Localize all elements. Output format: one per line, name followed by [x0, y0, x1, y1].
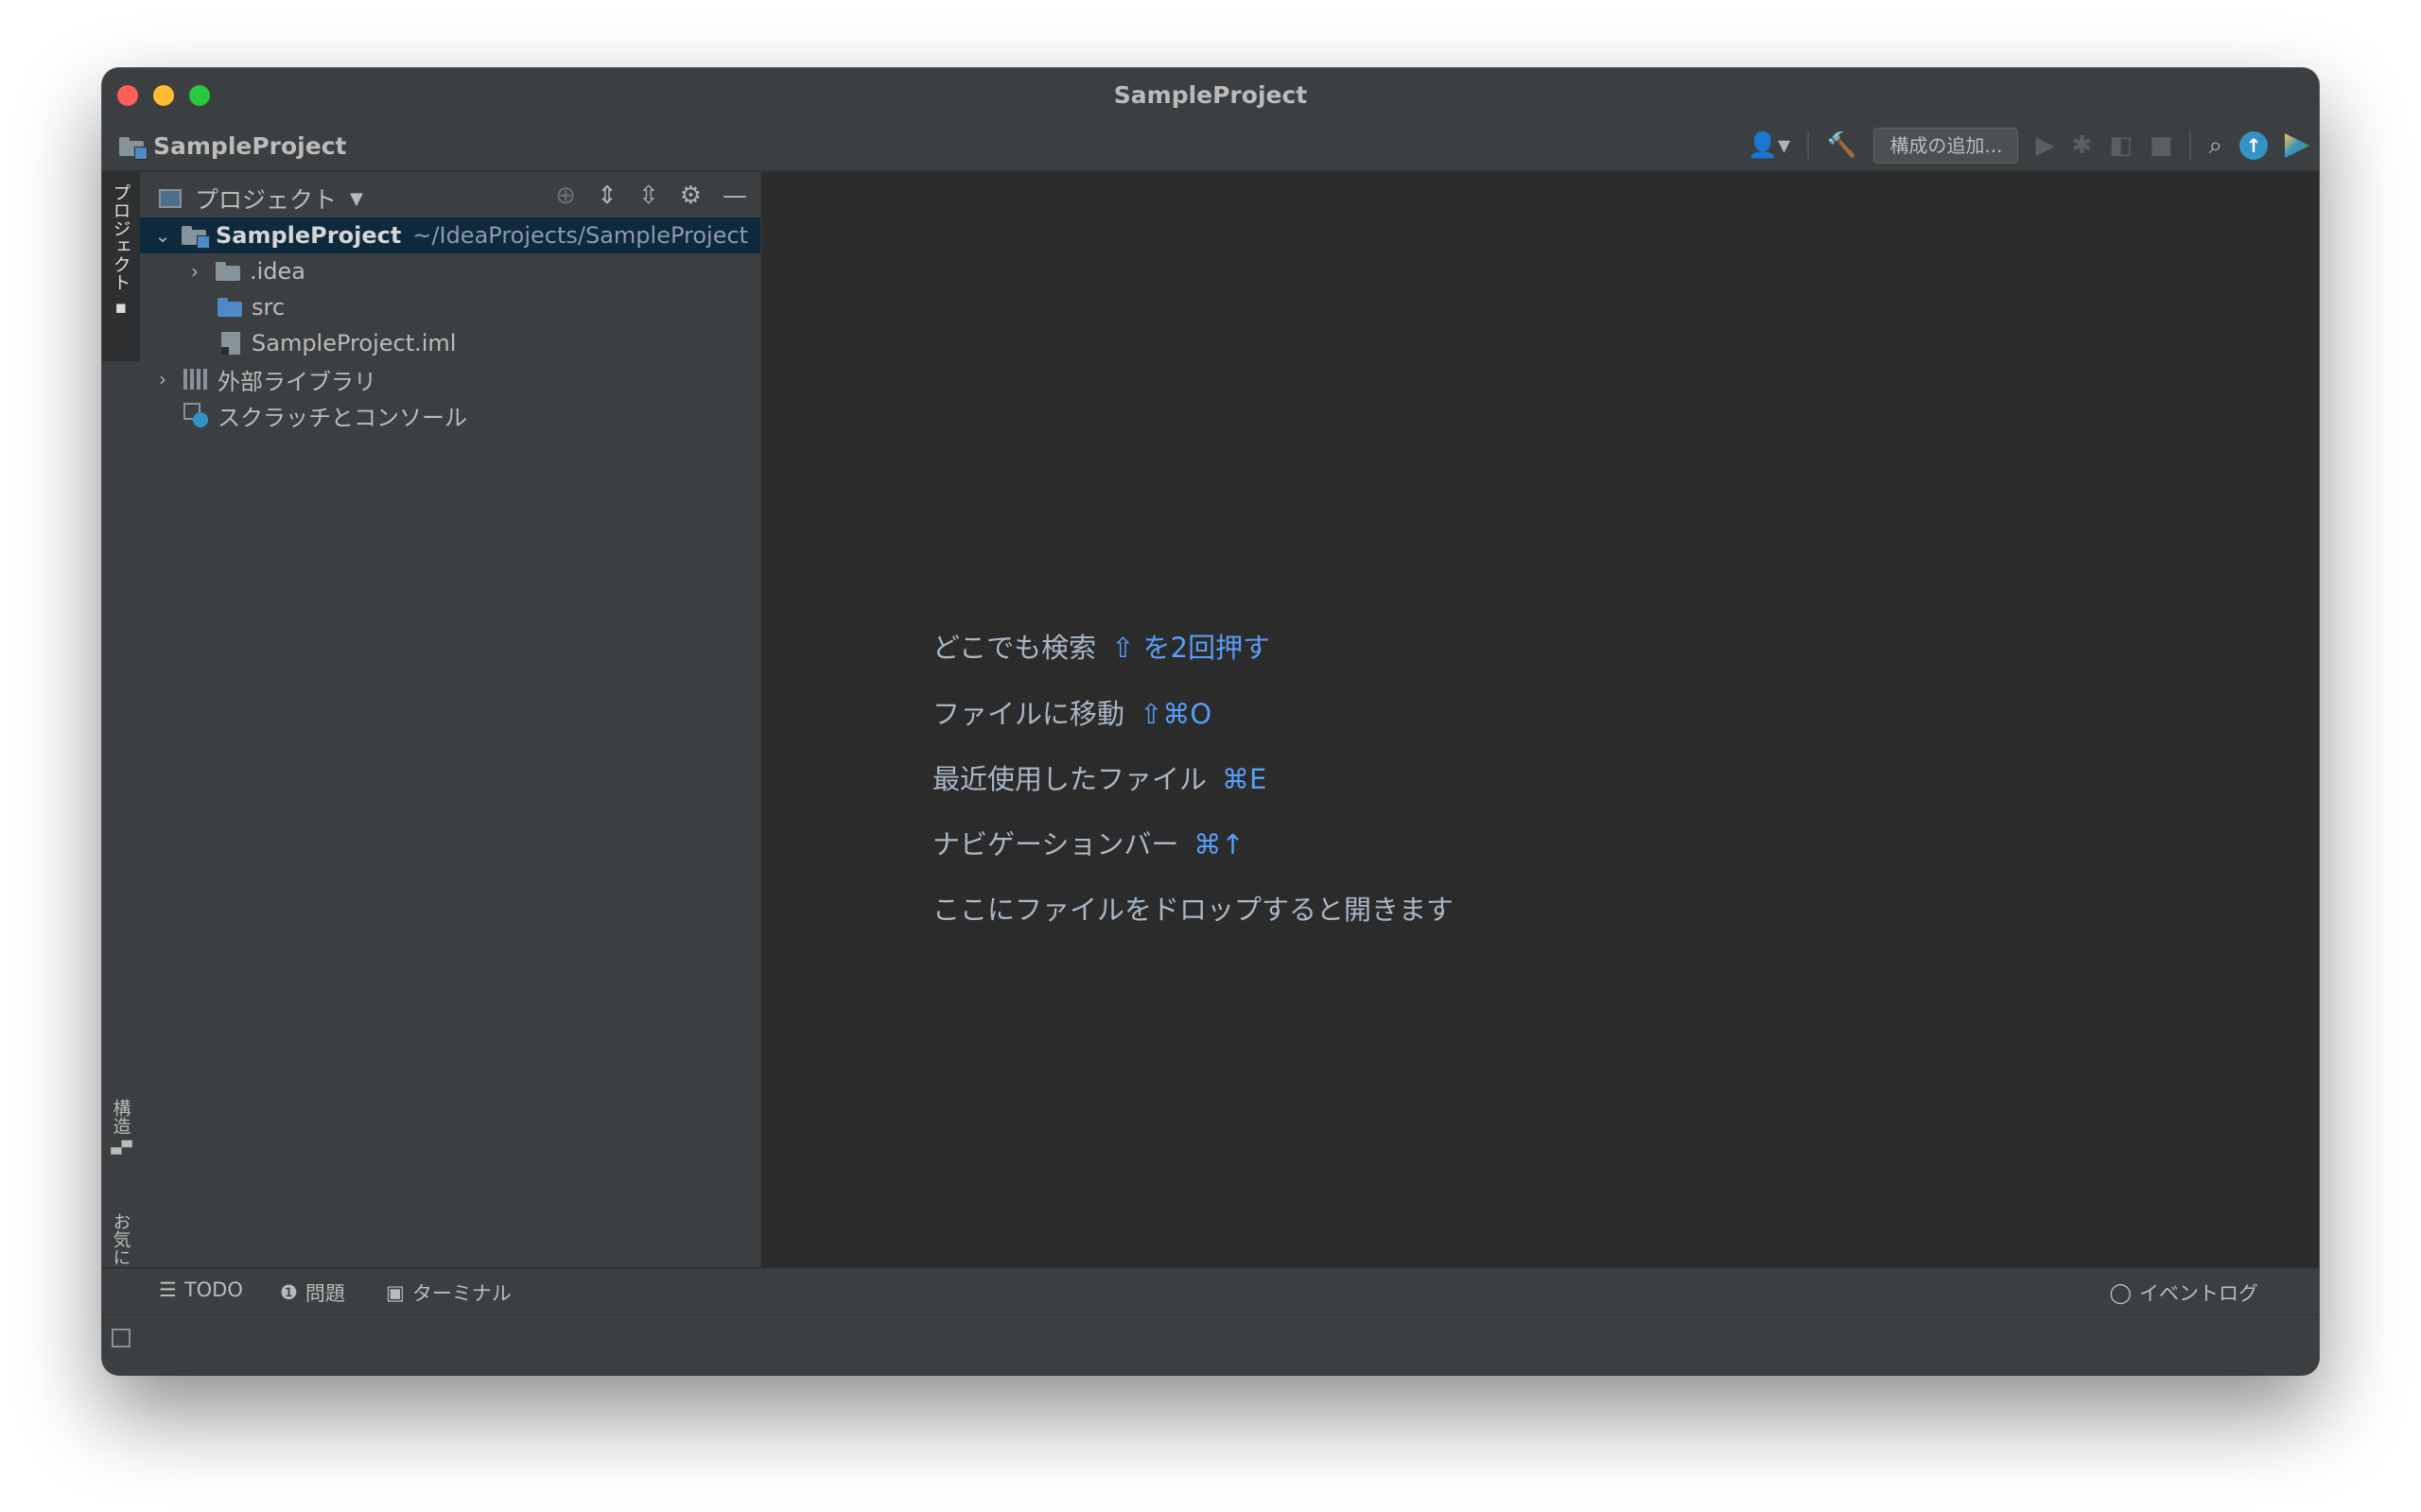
nav-project-label: SampleProject — [153, 132, 347, 160]
tree-label: スクラッチとコンソール — [218, 404, 467, 431]
tree-label: 外部ライブラリ — [218, 368, 376, 395]
list-icon: ☰ — [159, 1278, 177, 1301]
tree-row-idea[interactable]: › .idea — [140, 253, 760, 289]
expand-all-icon[interactable]: ⇕ — [597, 182, 618, 210]
chevron-down-icon: ▼ — [350, 188, 363, 209]
hint-navigation-bar: ナビゲーションバー ⌘↑ — [932, 823, 1245, 862]
navigation-bar: SampleProject 👤▾ 🔨 構成の追加... ▶ ✱ ◧ ■ ⌕ ↑ — [102, 121, 2319, 172]
bottom-tool-bar: ☰ TODO ❶ 問題 ▣ ターミナル ◯ イベントログ — [102, 1267, 2319, 1314]
tree-path: ~/IdeaProjects/SampleProject — [412, 222, 749, 249]
todo-tool-button[interactable]: ☰ TODO — [159, 1278, 243, 1301]
speech-bubble-icon: ◯ — [2109, 1281, 2132, 1304]
tree-label: src — [252, 294, 286, 321]
terminal-label: ターミナル — [411, 1282, 512, 1305]
project-view-icon — [159, 189, 182, 208]
collapse-all-icon[interactable]: ⇳ — [638, 182, 659, 210]
project-view-selector[interactable]: プロジェクト ▼ — [159, 182, 363, 216]
folder-icon: ▪ — [111, 297, 131, 318]
tree-row-scratches[interactable]: スクラッチとコンソール — [140, 397, 760, 433]
tree-row-external-libraries[interactable]: › 外部ライブラリ — [140, 361, 760, 397]
user-account-icon[interactable]: 👤▾ — [1748, 129, 1790, 163]
project-panel: プロジェクト ▼ ⊕ ⇕ ⇳ ⚙ — ⌄ SampleProject ~/Ide… — [140, 172, 762, 1367]
problems-tool-button[interactable]: ❶ 問題 — [280, 1278, 345, 1307]
tree-label: .idea — [250, 258, 306, 285]
project-folder-icon — [119, 136, 148, 160]
run-icon[interactable]: ▶ — [2035, 129, 2054, 163]
toolbar-separator — [1807, 131, 1810, 160]
problems-label: 問題 — [305, 1282, 345, 1305]
source-folder-icon — [218, 298, 242, 317]
terminal-tool-button[interactable]: ▣ ターミナル — [386, 1278, 512, 1307]
hint-shortcut: ⇧ を2回押す — [1111, 632, 1271, 664]
hint-text: 最近使用したファイル — [932, 763, 1208, 795]
hint-search-everywhere: どこでも検索 ⇧ を2回押す — [932, 626, 1270, 666]
chevron-right-icon[interactable]: › — [185, 260, 204, 283]
build-hammer-icon[interactable]: 🔨 — [1826, 129, 1856, 163]
editor-empty-area[interactable]: どこでも検索 ⇧ を2回押す ファイルに移動 ⇧⌘O 最近使用したファイル ⌘E ナビ… — [762, 172, 2319, 1367]
hint-text: ここにファイルをドロップすると開きます — [932, 894, 1454, 926]
gear-icon[interactable]: ⚙ — [680, 182, 702, 210]
ide-window: SampleProject SampleProject 👤▾ 🔨 構成の追加..… — [102, 68, 2319, 1375]
project-tool-tab-label: プロジェクト — [110, 183, 131, 291]
tree-label: SampleProject — [216, 222, 402, 249]
library-icon — [183, 369, 208, 390]
module-file-icon — [221, 332, 240, 355]
nav-project-breadcrumb[interactable]: SampleProject — [119, 132, 346, 160]
hint-recent-files: 最近使用したファイル ⌘E — [932, 757, 1266, 797]
tree-row-iml[interactable]: SampleProject.iml — [140, 325, 760, 361]
coverage-icon[interactable]: ◧ — [2109, 129, 2133, 163]
event-log-tool-button[interactable]: ◯ イベントログ — [2109, 1278, 2258, 1307]
chevron-right-icon[interactable]: › — [153, 368, 172, 391]
hint-text: ファイルに移動 — [932, 698, 1125, 730]
chevron-down-icon[interactable]: ⌄ — [153, 224, 172, 247]
todo-label: TODO — [183, 1278, 243, 1301]
structure-tool-tab[interactable]: 構造 ▚ — [102, 1099, 140, 1203]
debug-icon[interactable]: ✱ — [2071, 129, 2092, 163]
event-log-label: イベントログ — [2139, 1282, 2258, 1305]
project-tool-tab[interactable]: プロジェクト ▪ — [102, 172, 140, 361]
search-icon[interactable]: ⌕ — [2208, 129, 2222, 163]
hint-text: どこでも検索 — [932, 632, 1097, 664]
toolbar-separator — [2189, 131, 2192, 160]
warning-circle-icon: ❶ — [280, 1281, 298, 1304]
toggle-tool-windows-icon[interactable] — [112, 1329, 131, 1347]
stop-icon[interactable]: ■ — [2150, 129, 2173, 163]
tree-label: SampleProject.iml — [252, 330, 457, 356]
left-tool-strip: プロジェクト ▪ 構造 ▚ お気に入り ★ — [102, 172, 141, 1367]
locate-file-icon[interactable]: ⊕ — [555, 182, 576, 210]
plugin-logo-icon[interactable] — [2285, 133, 2309, 158]
structure-icon: ▚ — [111, 1140, 131, 1155]
hide-panel-icon[interactable]: — — [723, 182, 747, 210]
update-icon[interactable]: ↑ — [2239, 131, 2268, 160]
folder-icon — [216, 262, 240, 281]
scratch-console-icon — [183, 403, 208, 427]
hint-drop-files: ここにファイルをドロップすると開きます — [932, 888, 1454, 928]
hint-shortcut: ⇧⌘O — [1140, 698, 1212, 730]
project-folder-icon — [182, 226, 210, 249]
tree-row-src[interactable]: src — [140, 289, 760, 325]
project-panel-title: プロジェクト — [195, 186, 338, 214]
title-bar: SampleProject — [102, 68, 2319, 121]
terminal-icon: ▣ — [386, 1281, 405, 1304]
hint-text: ナビゲーションバー — [932, 828, 1179, 860]
add-configuration-button[interactable]: 構成の追加... — [1873, 128, 2019, 164]
structure-tool-tab-label: 構造 — [110, 1099, 131, 1135]
window-title: SampleProject — [1113, 81, 1308, 109]
hint-shortcut: ⌘↑ — [1193, 828, 1245, 860]
status-bar — [102, 1314, 2319, 1375]
hint-go-to-file: ファイルに移動 ⇧⌘O — [932, 692, 1211, 732]
project-panel-header: プロジェクト ▼ ⊕ ⇕ ⇳ ⚙ — — [140, 172, 760, 219]
tree-row-project-root[interactable]: ⌄ SampleProject ~/IdeaProjects/SamplePro… — [140, 217, 760, 253]
project-panel-actions: ⊕ ⇕ ⇳ ⚙ — — [555, 182, 747, 210]
hint-shortcut: ⌘E — [1222, 763, 1267, 795]
main-toolbar: 👤▾ 🔨 構成の追加... ▶ ✱ ◧ ■ ⌕ ↑ — [1748, 128, 2309, 164]
